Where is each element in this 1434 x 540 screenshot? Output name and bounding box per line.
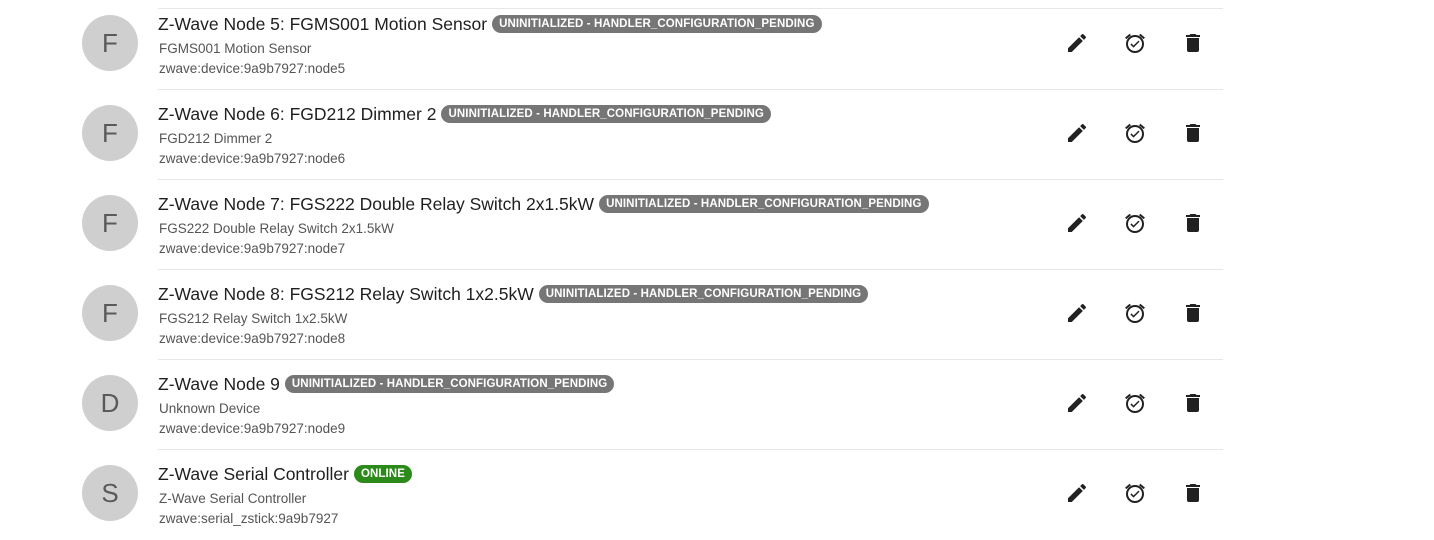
status-badge: UNINITIALIZED - HANDLER_CONFIGURATION_PE… <box>284 375 615 393</box>
list-item[interactable]: F Z-Wave Node 8: FGS212 Relay Switch 1x2… <box>0 270 1434 360</box>
alarm-check-icon <box>1125 483 1145 503</box>
list-item[interactable]: F Z-Wave Node 6: FGD212 Dimmer 2 UNINITI… <box>0 90 1434 180</box>
edit-button[interactable] <box>1057 473 1097 513</box>
rules-button[interactable] <box>1115 473 1155 513</box>
rules-button[interactable] <box>1115 383 1155 423</box>
thing-uid: zwave:device:9a9b7927:node8 <box>159 331 346 346</box>
thing-label: FGD212 Dimmer 2 <box>159 131 273 146</box>
pencil-icon <box>1068 33 1087 52</box>
avatar: S <box>82 465 138 521</box>
alarm-check-icon <box>1125 33 1145 53</box>
list-item[interactable]: F Z-Wave Node 5: FGMS001 Motion Sensor U… <box>0 0 1434 90</box>
thing-title[interactable]: Z-Wave Node 5: FGMS001 Motion Sensor <box>158 14 487 35</box>
thing-uid: zwave:serial_zstick:9a9b7927 <box>159 511 339 526</box>
status-badge: UNINITIALIZED - HANDLER_CONFIGURATION_PE… <box>492 15 822 33</box>
delete-button[interactable] <box>1173 383 1213 423</box>
trash-icon <box>1186 394 1200 412</box>
thing-label: FGS222 Double Relay Switch 2x1.5kW <box>159 221 394 236</box>
trash-icon <box>1186 124 1200 142</box>
avatar: F <box>82 285 138 341</box>
status-badge: UNINITIALIZED - HANDLER_CONFIGURATION_PE… <box>538 285 869 303</box>
avatar: F <box>82 105 138 161</box>
thing-label: Unknown Device <box>159 401 261 416</box>
thing-uid: zwave:device:9a9b7927:node7 <box>159 241 346 256</box>
avatar: F <box>82 15 138 71</box>
edit-button[interactable] <box>1057 23 1097 63</box>
thing-title[interactable]: Z-Wave Serial Controller <box>158 464 349 485</box>
trash-icon <box>1186 34 1200 52</box>
rules-button[interactable] <box>1115 203 1155 243</box>
rules-button[interactable] <box>1115 113 1155 153</box>
thing-uid: zwave:device:9a9b7927:node6 <box>159 151 346 166</box>
thing-uid: zwave:device:9a9b7927:node9 <box>159 421 346 436</box>
delete-button[interactable] <box>1173 113 1213 153</box>
avatar: F <box>82 195 138 251</box>
edit-button[interactable] <box>1057 293 1097 333</box>
trash-icon <box>1186 484 1200 502</box>
list-item[interactable]: D Z-Wave Node 9 UNINITIALIZED - HANDLER_… <box>0 360 1434 450</box>
list-item[interactable]: F Z-Wave Node 7: FGS222 Double Relay Swi… <box>0 180 1434 270</box>
edit-button[interactable] <box>1057 203 1097 243</box>
edit-button[interactable] <box>1057 383 1097 423</box>
pencil-icon <box>1068 303 1087 322</box>
thing-title[interactable]: Z-Wave Node 7: FGS222 Double Relay Switc… <box>158 194 594 215</box>
status-badge: ONLINE <box>353 465 412 483</box>
alarm-check-icon <box>1125 303 1145 323</box>
alarm-check-icon <box>1125 393 1145 413</box>
delete-button[interactable] <box>1173 293 1213 333</box>
trash-icon <box>1186 304 1200 322</box>
pencil-icon <box>1068 393 1087 412</box>
thing-title[interactable]: Z-Wave Node 6: FGD212 Dimmer 2 <box>158 104 436 125</box>
alarm-check-icon <box>1125 213 1145 233</box>
delete-button[interactable] <box>1173 473 1213 513</box>
pencil-icon <box>1068 123 1087 142</box>
status-badge: UNINITIALIZED - HANDLER_CONFIGURATION_PE… <box>441 105 771 123</box>
delete-button[interactable] <box>1173 203 1213 243</box>
rules-button[interactable] <box>1115 23 1155 63</box>
edit-button[interactable] <box>1057 113 1097 153</box>
thing-title[interactable]: Z-Wave Node 8: FGS212 Relay Switch 1x2.5… <box>158 284 534 305</box>
thing-title[interactable]: Z-Wave Node 9 <box>158 374 280 395</box>
alarm-check-icon <box>1125 123 1145 143</box>
pencil-icon <box>1068 213 1087 232</box>
thing-uid: zwave:device:9a9b7927:node5 <box>159 61 346 76</box>
status-badge: UNINITIALIZED - HANDLER_CONFIGURATION_PE… <box>599 195 929 213</box>
thing-label: FGS212 Relay Switch 1x2.5kW <box>159 311 348 326</box>
delete-button[interactable] <box>1173 23 1213 63</box>
pencil-icon <box>1068 483 1087 502</box>
trash-icon <box>1186 214 1200 232</box>
avatar: D <box>82 375 138 431</box>
thing-label: FGMS001 Motion Sensor <box>159 41 312 56</box>
thing-label: Z-Wave Serial Controller <box>159 491 307 506</box>
list-item[interactable]: S Z-Wave Serial Controller ONLINE Z-Wave… <box>0 450 1434 540</box>
rules-button[interactable] <box>1115 293 1155 333</box>
